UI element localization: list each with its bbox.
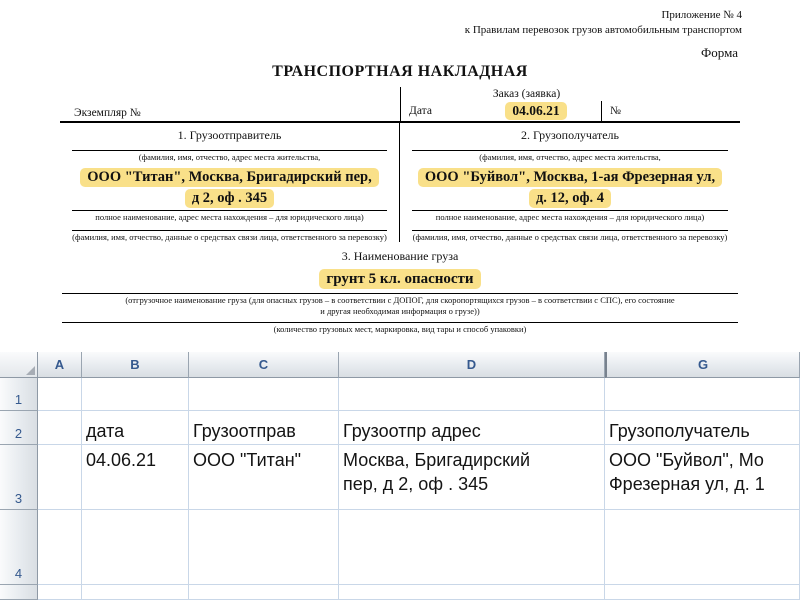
row-header-1[interactable]: 1 [0,378,38,411]
consignee-value: ООО "Буйвол", Москва, 1-ая Фрезерная ул,… [400,166,740,208]
order-label: Заказ (заявка) [401,87,652,101]
consignee-caption-bottom: (фамилия, имя, отчество, данные о средст… [400,231,740,242]
cell-g3-line2: Фрезерная ул, д. 1 [609,472,795,496]
date-row: Дата 04.06.21 № [401,101,740,121]
form-label: Форма [0,45,738,61]
consignor-title: 1. Грузоотправитель [60,123,399,150]
cargo-caption-line2: и другая необходимая информация о грузе)… [60,305,740,316]
consignor-column: 1. Грузоотправитель (фамилия, имя, отчес… [60,123,400,242]
date-value-wrap: 04.06.21 [471,102,601,120]
cell-d2[interactable]: Грузоотпр адрес [339,411,605,445]
cell-g1[interactable] [605,378,800,411]
select-all-triangle-icon [26,366,35,375]
cargo-title: 3. Наименование груза [60,249,740,264]
cell-d3-line1: Москва, Бригадирский [343,448,600,472]
cargo-caption-line1: (отгрузочное наименование груза (для опа… [60,294,740,305]
select-all-cell[interactable] [0,352,38,378]
consignor-caption-mid: полное наименование, адрес места нахожде… [60,211,399,222]
cell-c4[interactable] [189,510,339,585]
date-label: Дата [401,105,471,117]
annex-line-2: к Правилам перевозок грузов автомобильны… [0,23,742,38]
cell-b2[interactable]: дата [82,411,189,445]
document-title: ТРАНСПОРТНАЯ НАКЛАДНАЯ [0,63,800,81]
cell-b3[interactable]: 04.06.21 [82,445,189,510]
cell-d5[interactable] [339,585,605,600]
cell-c5[interactable] [189,585,339,600]
cell-d3-line2: пер, д 2, оф . 345 [343,472,600,496]
cell-b5[interactable] [82,585,189,600]
consignor-value: ООО "Титан", Москва, Бригадирский пер, д… [60,166,399,208]
row-header-2[interactable]: 2 [0,411,38,445]
consignor-caption-bottom: (фамилия, имя, отчество, данные о средст… [60,231,399,242]
annex-line-1: Приложение № 4 [0,8,742,23]
cell-a4[interactable] [38,510,82,585]
cargo-section: 3. Наименование груза грунт 5 кл. опасно… [60,249,740,334]
consignee-caption-mid: полное наименование, адрес места нахожде… [400,211,740,222]
cell-d1[interactable] [339,378,605,411]
cell-g4[interactable] [605,510,800,585]
row-header-4[interactable]: 4 [0,510,38,585]
cell-a1[interactable] [38,378,82,411]
cell-g3[interactable]: ООО "Буйвол", Мо Фрезерная ул, д. 1 [605,445,800,510]
cell-a5[interactable] [38,585,82,600]
column-header-b[interactable]: B [82,352,189,378]
cell-d4[interactable] [339,510,605,585]
cell-b4[interactable] [82,510,189,585]
cell-a2[interactable] [38,411,82,445]
parties-section: 1. Грузоотправитель (фамилия, имя, отчес… [60,123,740,242]
order-number-label: № [601,101,740,121]
cell-c1[interactable] [189,378,339,411]
cell-g2[interactable]: Грузополучатель [605,411,800,445]
column-header-d[interactable]: D [339,352,605,378]
cell-c3[interactable]: ООО "Титан" [189,445,339,510]
cell-g3-line1: ООО "Буйвол", Мо [609,448,795,472]
column-header-a[interactable]: A [38,352,82,378]
consignee-value-line1: ООО "Буйвол", Москва, 1-ая Фрезерная ул, [418,168,722,187]
cell-b1[interactable] [82,378,189,411]
waybill-document: Приложение № 4 к Правилам перевозок груз… [0,0,800,352]
column-header-g[interactable]: G [605,352,800,378]
row-header-3[interactable]: 3 [0,445,38,510]
copy-number-label: Экземпляр № [60,87,400,121]
cell-c2[interactable]: Грузоотправ [189,411,339,445]
order-section: Заказ (заявка) Дата 04.06.21 № [400,87,740,121]
consignor-value-line1: ООО "Титан", Москва, Бригадирский пер, [80,168,378,187]
date-value-highlight: 04.06.21 [505,102,566,120]
row-header-5[interactable] [0,585,38,600]
consignor-caption-top: (фамилия, имя, отчество, адрес места жит… [60,151,399,162]
consignee-column: 2. Грузополучатель (фамилия, имя, отчест… [400,123,740,242]
column-header-c[interactable]: C [189,352,339,378]
form-header-row: Экземпляр № Заказ (заявка) Дата 04.06.21… [60,87,740,123]
consignor-value-line2: д 2, оф . 345 [185,189,274,208]
consignee-caption-top: (фамилия, имя, отчество, адрес места жит… [400,151,740,162]
cell-g5[interactable] [605,585,800,600]
packaging-caption: (количество грузовых мест, маркировка, в… [60,323,740,334]
cell-a3[interactable] [38,445,82,510]
consignee-title: 2. Грузополучатель [400,123,740,150]
cargo-value-highlight: грунт 5 кл. опасности [319,269,480,289]
consignee-value-line2: д. 12, оф. 4 [529,189,611,208]
waybill-form: Экземпляр № Заказ (заявка) Дата 04.06.21… [60,87,740,334]
spreadsheet: A B C D G 1 2 дата Грузоотправ Грузоотпр… [0,352,800,600]
cell-d3[interactable]: Москва, Бригадирский пер, д 2, оф . 345 [339,445,605,510]
